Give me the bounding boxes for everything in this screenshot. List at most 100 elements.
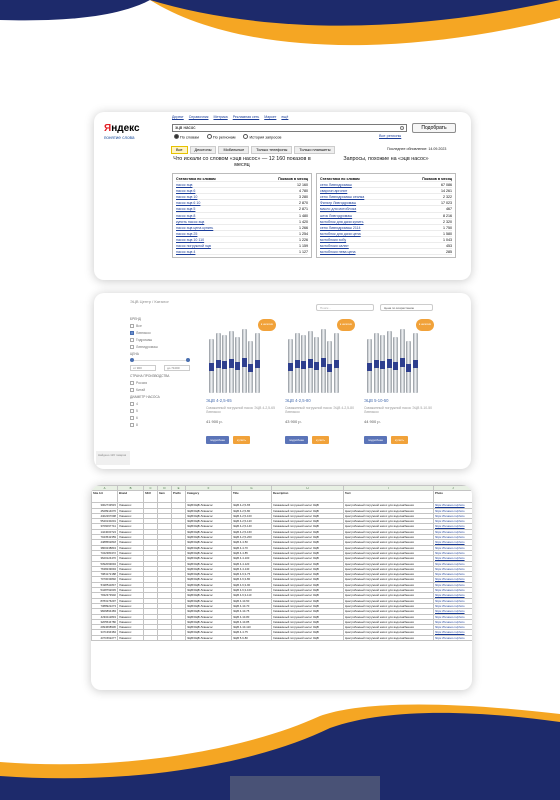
table-cell[interactable]: https://livnasos.ru/photo	[433, 634, 472, 642]
column-header[interactable]: Prefix	[171, 490, 186, 504]
pump-product-image[interactable]: в наличии	[285, 317, 357, 393]
checkbox[interactable]	[130, 331, 134, 335]
checkbox[interactable]	[130, 409, 134, 413]
table-cell[interactable]: Скважинный погружной насос ЭЦВ	[271, 634, 344, 642]
filter-option[interactable]: 4	[130, 402, 190, 406]
tab-mobile[interactable]: Мобильные	[218, 146, 250, 154]
checkbox[interactable]	[130, 381, 134, 385]
radio-by-words[interactable]: По словам	[174, 134, 199, 140]
tab-phones[interactable]: Только телефоны	[251, 146, 293, 154]
query-link[interactable]: насос эцв 10 110	[176, 237, 204, 242]
table-cell[interactable]	[143, 634, 158, 642]
topnav-link[interactable]: Метрика	[213, 115, 227, 119]
price-slider[interactable]	[130, 358, 190, 362]
product-card[interactable]: в наличии ЭЦВ 4-2,5-65 Скважинный погружно…	[206, 317, 278, 445]
mode-radios[interactable]: По словам По регионам История запросов	[174, 134, 281, 140]
column-header[interactable]: Site Art	[91, 490, 118, 504]
filter-option[interactable]: 5	[130, 409, 190, 413]
query-link[interactable]: мотоблоки нева цена	[320, 249, 355, 254]
tab-desktop[interactable]: Десктопы	[189, 146, 217, 154]
yandex-topnav[interactable]: Директ Справочник Метрика Рекламная сеть Мар…	[172, 115, 288, 119]
buy-button[interactable]: купить	[233, 436, 251, 445]
query-link[interactable]: мотоблок для дачи цена	[320, 231, 361, 236]
query-link[interactable]: насос эцв	[176, 182, 192, 187]
filter-option[interactable]: Гидромаш	[130, 338, 190, 342]
table-cell[interactable]	[157, 634, 172, 642]
query-link[interactable]: насос эцв 25	[176, 231, 197, 236]
query-link[interactable]: Фильтр Ливгидромаш	[320, 200, 356, 205]
query-link[interactable]: мотоблоки хобу	[320, 237, 346, 242]
column-header[interactable]: Category	[185, 490, 232, 504]
pump-product-image[interactable]: в наличии	[364, 317, 436, 393]
product-name[interactable]: ЭЦВ 5-10-50	[364, 398, 436, 403]
table-cell[interactable]: ЭЦВ 5-6-80	[231, 634, 272, 642]
column-header[interactable]: Title	[231, 490, 272, 504]
radio-history[interactable]: История запросов	[243, 134, 281, 140]
tab-all[interactable]: Все	[171, 146, 188, 154]
filter-option[interactable]: Все	[130, 324, 190, 328]
checkbox[interactable]	[130, 388, 134, 392]
price-to-input[interactable]: до 71000	[164, 365, 190, 371]
product-card[interactable]: в наличии ЭЦВ 5-10-50 Скважинный погружной…	[364, 317, 436, 445]
product-name[interactable]: ЭЦВ 4-2,5-80	[285, 398, 357, 403]
topnav-link[interactable]: ещё	[281, 115, 288, 119]
column-header[interactable]: Photo	[433, 490, 472, 504]
query-link[interactable]: сено Ливгидромаш	[320, 182, 352, 187]
table-cell[interactable]	[171, 634, 186, 642]
column-header[interactable]: Text	[343, 490, 434, 504]
query-link[interactable]: насос погружной эцв	[176, 243, 211, 248]
details-button[interactable]: подробнее	[206, 436, 230, 445]
pump-product-image[interactable]: в наличии	[206, 317, 278, 393]
device-tabs[interactable]: Все Десктопы Мобильные Только телефоны Т…	[171, 146, 336, 154]
filter-option[interactable]: Ливгидромаш	[130, 345, 190, 349]
checkbox[interactable]	[130, 345, 134, 349]
checkbox[interactable]	[130, 402, 134, 406]
price-from-input[interactable]: от 900	[130, 365, 156, 371]
checkbox[interactable]	[130, 338, 134, 342]
catalog-search-input[interactable]: Поиск...	[316, 304, 374, 311]
query-link[interactable]: насос эцв 6 10	[176, 200, 200, 205]
details-button[interactable]: подробнее	[285, 436, 309, 445]
topnav-link[interactable]: Маркет	[264, 115, 276, 119]
query-link[interactable]: сено Ливгидромаш сеялка	[320, 194, 364, 199]
query-link[interactable]: шток Ливгидромаш	[320, 213, 352, 218]
product-name[interactable]: ЭЦВ 4-2,5-65	[206, 398, 278, 403]
checkbox[interactable]	[130, 416, 134, 420]
buy-button[interactable]: купить	[391, 436, 409, 445]
filter-option[interactable]: Ливнасос	[130, 331, 190, 335]
query-link[interactable]: купить насос эцв	[176, 219, 204, 224]
column-header[interactable]: SKU	[143, 490, 158, 504]
filter-option[interactable]: 6	[130, 416, 190, 420]
wordstat-search-input[interactable]: эцв насос	[172, 124, 407, 132]
column-header[interactable]: Item	[157, 490, 172, 504]
query-link[interactable]: сварочн аргонит	[320, 188, 347, 193]
all-regions-link[interactable]: Все регионы	[379, 134, 401, 138]
radio-by-regions[interactable]: По регионам	[207, 134, 236, 140]
query-link[interactable]: насос эцв 5	[176, 206, 195, 211]
filter-option[interactable]: Россия	[130, 381, 190, 385]
checkbox[interactable]	[130, 324, 134, 328]
query-link[interactable]: насос эцв 4	[176, 249, 195, 254]
filter-option[interactable]: 8	[130, 423, 190, 427]
table-cell[interactable]: Ливнасос	[117, 634, 144, 642]
topnav-link[interactable]: Справочник	[189, 115, 209, 119]
buy-button[interactable]: купить	[312, 436, 330, 445]
query-link[interactable]: насос эцв 10	[176, 194, 197, 199]
query-link[interactable]: насос эцв 6	[176, 188, 195, 193]
topnav-link[interactable]: Директ	[172, 115, 184, 119]
query-link[interactable]: сено Ливгидромаш 2114	[320, 225, 361, 230]
breadcrumb[interactable]: ЭЦВ Центр / Каталог	[130, 299, 169, 304]
sort-select[interactable]: Цена по возрастанию	[380, 304, 433, 311]
query-link[interactable]: мотоблоки салют	[320, 243, 349, 248]
table-cell[interactable]: Центробежный погружной насос для водосна…	[343, 634, 434, 642]
submit-button[interactable]: Подобрать	[412, 123, 456, 133]
table-cell[interactable]: 4371562277	[91, 634, 118, 642]
details-button[interactable]: подробнее	[364, 436, 388, 445]
table-cell[interactable]: ЭЦВ/ЭЦВ Ливнасос	[185, 634, 232, 642]
query-link[interactable]: мотоблок для дачи купить	[320, 219, 364, 224]
filter-option[interactable]: Китай	[130, 388, 190, 392]
checkbox[interactable]	[130, 423, 134, 427]
query-link[interactable]: насос эцв цена купить	[176, 225, 213, 230]
column-header[interactable]: Description	[271, 490, 344, 504]
column-header[interactable]: Brand	[117, 490, 144, 504]
